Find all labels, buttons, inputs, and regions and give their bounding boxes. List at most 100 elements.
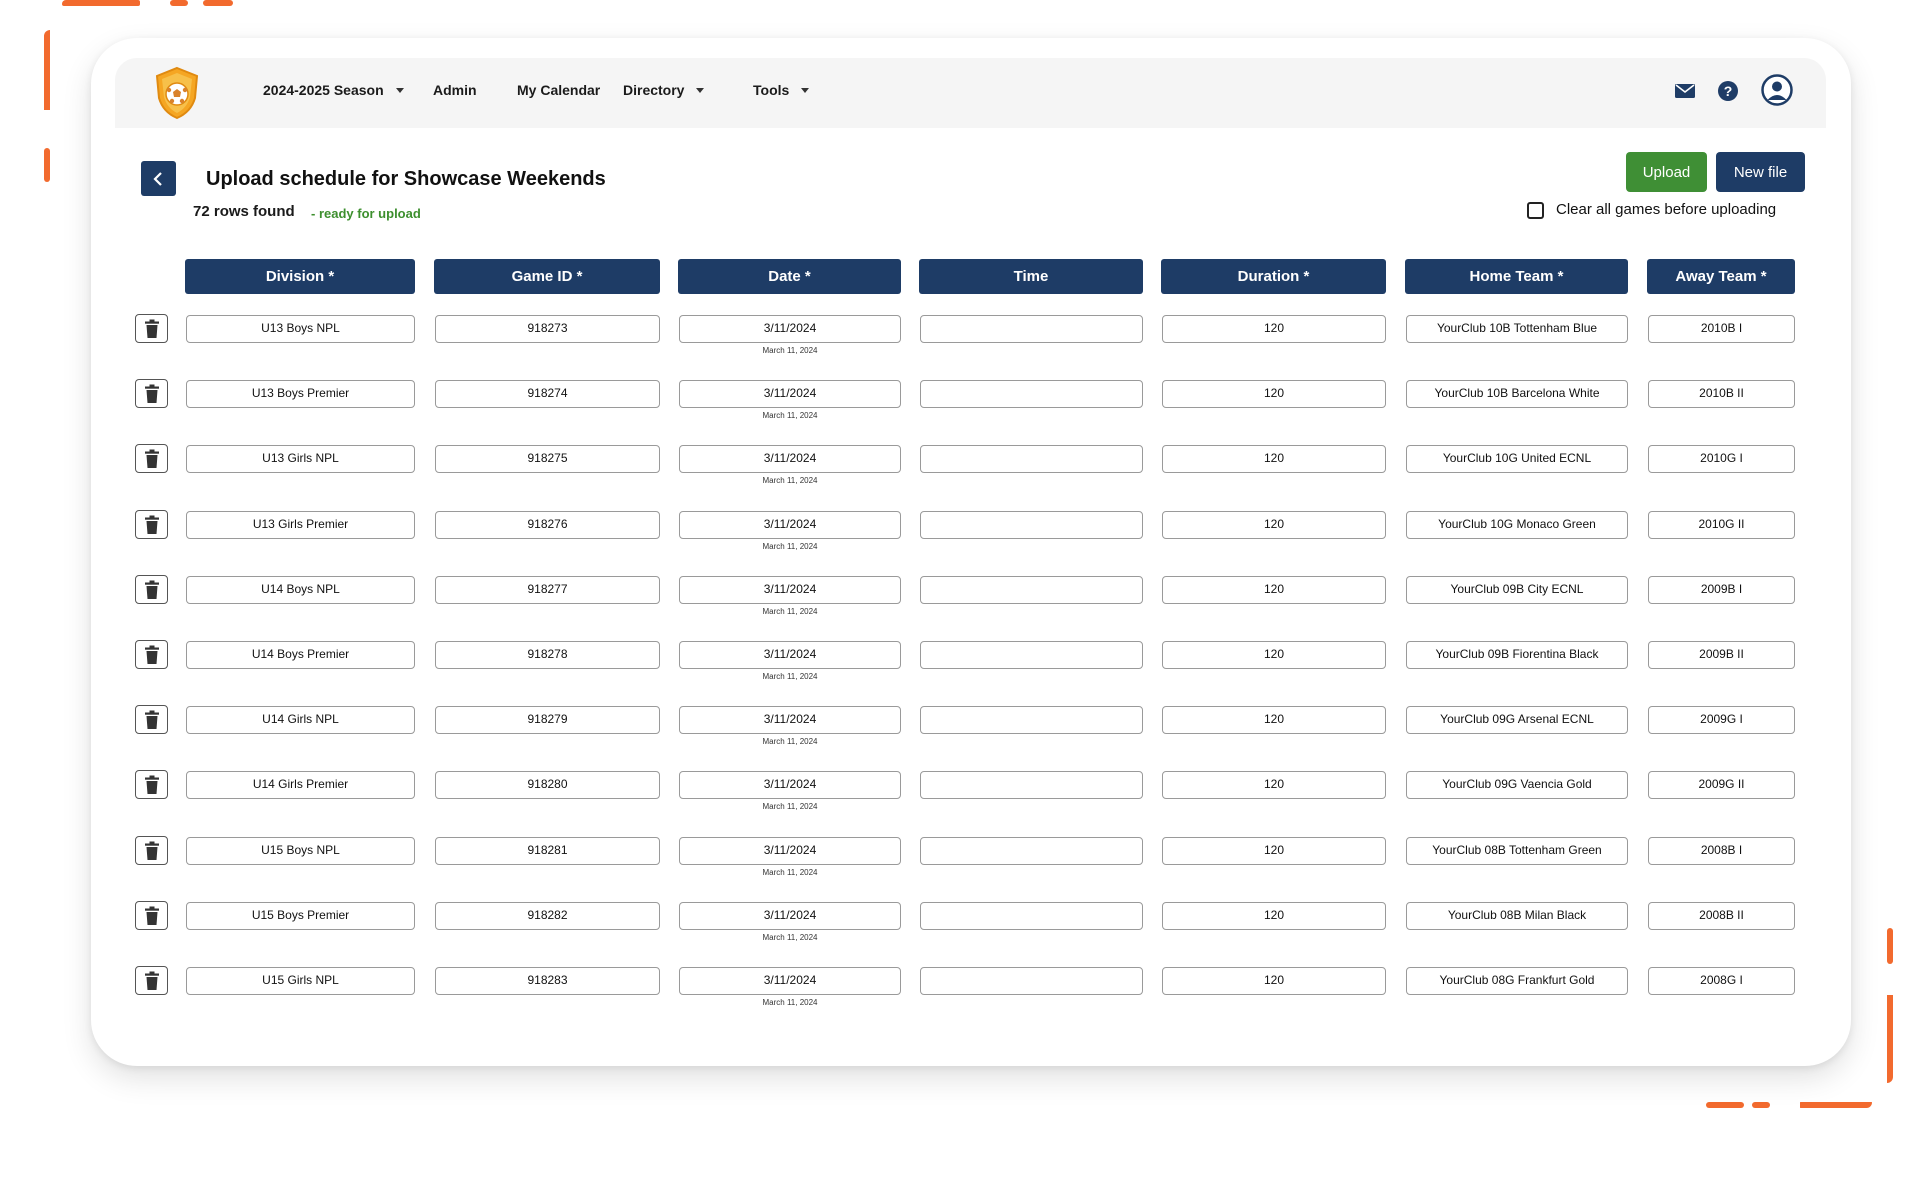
date-field[interactable]: 3/11/2024 [679,315,901,343]
duration-field[interactable]: 120 [1162,967,1386,995]
home-team-field[interactable]: YourClub 10G Monaco Green [1406,511,1628,539]
home-team-field[interactable]: YourClub 08B Milan Black [1406,902,1628,930]
home-team-field[interactable]: YourClub 09G Vaencia Gold [1406,771,1628,799]
date-field[interactable]: 3/11/2024 [679,902,901,930]
game-id-field[interactable]: 918279 [435,706,660,734]
duration-field[interactable]: 120 [1162,641,1386,669]
upload-button[interactable]: Upload [1626,152,1707,192]
delete-row-button[interactable] [135,314,168,343]
division-field[interactable]: U14 Boys NPL [186,576,415,604]
game-id-field[interactable]: 918282 [435,902,660,930]
nav-directory-dropdown[interactable]: Directory [623,82,705,98]
mail-icon[interactable] [1675,83,1695,104]
duration-field[interactable]: 120 [1162,902,1386,930]
shield-soccer-logo[interactable] [153,66,201,120]
help-icon[interactable]: ? [1717,80,1739,107]
duration-field[interactable]: 120 [1162,511,1386,539]
time-field[interactable] [920,380,1143,408]
game-id-field[interactable]: 918281 [435,837,660,865]
game-id-field[interactable]: 918277 [435,576,660,604]
duration-field[interactable]: 120 [1162,771,1386,799]
back-button[interactable] [141,161,176,196]
time-field[interactable] [920,576,1143,604]
delete-row-button[interactable] [135,640,168,669]
time-field[interactable] [920,967,1143,995]
duration-field[interactable]: 120 [1162,837,1386,865]
new-file-button[interactable]: New file [1716,152,1805,192]
delete-row-button[interactable] [135,836,168,865]
delete-row-button[interactable] [135,575,168,604]
time-field[interactable] [920,837,1143,865]
division-field[interactable]: U13 Boys Premier [186,380,415,408]
home-team-field[interactable]: YourClub 09B City ECNL [1406,576,1628,604]
game-id-field[interactable]: 918283 [435,967,660,995]
game-id-field[interactable]: 918273 [435,315,660,343]
division-field[interactable]: U13 Girls Premier [186,511,415,539]
user-avatar-icon[interactable] [1761,74,1793,111]
delete-row-button[interactable] [135,379,168,408]
division-field[interactable]: U15 Girls NPL [186,967,415,995]
division-field[interactable]: U14 Girls NPL [186,706,415,734]
home-team-field[interactable]: YourClub 09B Fiorentina Black [1406,641,1628,669]
delete-row-button[interactable] [135,770,168,799]
division-field[interactable]: U13 Girls NPL [186,445,415,473]
home-team-field[interactable]: YourClub 09G Arsenal ECNL [1406,706,1628,734]
delete-row-button[interactable] [135,901,168,930]
home-team-field[interactable]: YourClub 08B Tottenham Green [1406,837,1628,865]
duration-field[interactable]: 120 [1162,315,1386,343]
duration-field[interactable]: 120 [1162,380,1386,408]
home-team-field[interactable]: YourClub 08G Frankfurt Gold [1406,967,1628,995]
time-field[interactable] [920,771,1143,799]
duration-field[interactable]: 120 [1162,445,1386,473]
nav-admin[interactable]: Admin [433,82,477,98]
date-field[interactable]: 3/11/2024 [679,576,901,604]
date-field[interactable]: 3/11/2024 [679,771,901,799]
away-team-field[interactable]: 2008G I [1648,967,1795,995]
time-field[interactable] [920,641,1143,669]
game-id-field[interactable]: 918274 [435,380,660,408]
time-field[interactable] [920,902,1143,930]
time-field[interactable] [920,315,1143,343]
home-team-field[interactable]: YourClub 10B Barcelona White [1406,380,1628,408]
game-id-field[interactable]: 918278 [435,641,660,669]
duration-field[interactable]: 120 [1162,706,1386,734]
away-team-field[interactable]: 2008B II [1648,902,1795,930]
home-team-field[interactable]: YourClub 10B Tottenham Blue [1406,315,1628,343]
home-team-field[interactable]: YourClub 10G United ECNL [1406,445,1628,473]
game-id-field[interactable]: 918275 [435,445,660,473]
away-team-field[interactable]: 2010G II [1648,511,1795,539]
date-field[interactable]: 3/11/2024 [679,380,901,408]
nav-season-dropdown[interactable]: 2024-2025 Season [263,82,404,98]
clear-games-checkbox[interactable] [1527,202,1544,219]
date-field[interactable]: 3/11/2024 [679,641,901,669]
date-field[interactable]: 3/11/2024 [679,511,901,539]
away-team-field[interactable]: 2010B I [1648,315,1795,343]
division-field[interactable]: U14 Boys Premier [186,641,415,669]
date-field[interactable]: 3/11/2024 [679,967,901,995]
away-team-field[interactable]: 2009G II [1648,771,1795,799]
duration-field[interactable]: 120 [1162,576,1386,604]
away-team-field[interactable]: 2009B I [1648,576,1795,604]
time-field[interactable] [920,706,1143,734]
division-field[interactable]: U13 Boys NPL [186,315,415,343]
away-team-field[interactable]: 2010B II [1648,380,1795,408]
time-field[interactable] [920,445,1143,473]
delete-row-button[interactable] [135,444,168,473]
date-field[interactable]: 3/11/2024 [679,706,901,734]
away-team-field[interactable]: 2009G I [1648,706,1795,734]
delete-row-button[interactable] [135,510,168,539]
delete-row-button[interactable] [135,966,168,995]
division-field[interactable]: U15 Boys Premier [186,902,415,930]
division-field[interactable]: U15 Boys NPL [186,837,415,865]
delete-row-button[interactable] [135,705,168,734]
away-team-field[interactable]: 2008B I [1648,837,1795,865]
away-team-field[interactable]: 2010G I [1648,445,1795,473]
time-field[interactable] [920,511,1143,539]
date-field[interactable]: 3/11/2024 [679,837,901,865]
nav-my-calendar[interactable]: My Calendar [517,82,600,98]
division-field[interactable]: U14 Girls Premier [186,771,415,799]
game-id-field[interactable]: 918280 [435,771,660,799]
away-team-field[interactable]: 2009B II [1648,641,1795,669]
game-id-field[interactable]: 918276 [435,511,660,539]
date-field[interactable]: 3/11/2024 [679,445,901,473]
